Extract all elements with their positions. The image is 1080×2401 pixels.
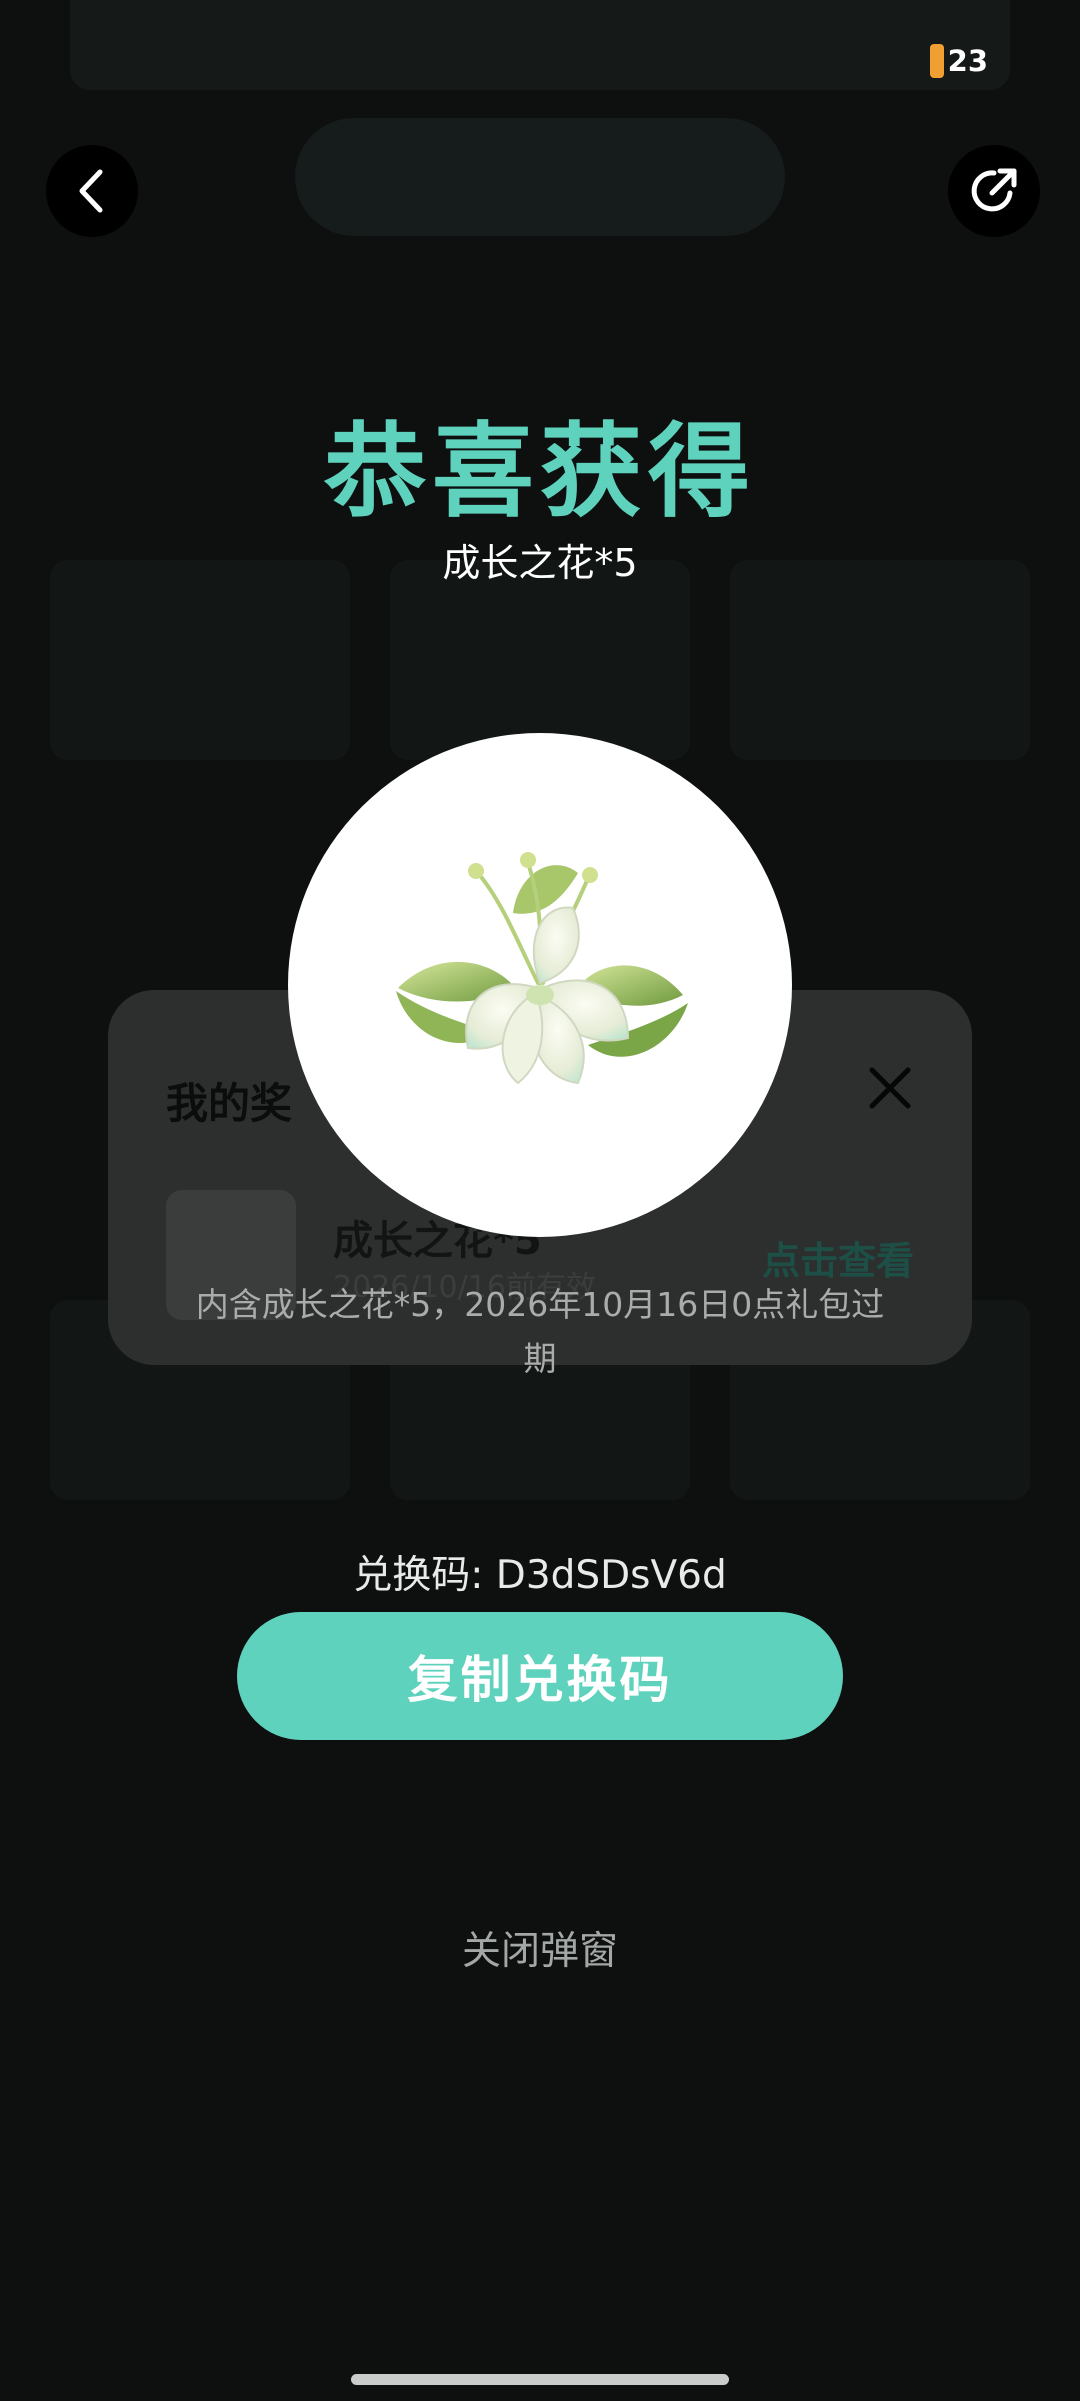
- home-indicator[interactable]: [351, 2374, 729, 2385]
- congrats-title: 恭喜获得: [324, 413, 756, 532]
- battery-level: 23: [947, 44, 988, 78]
- battery-icon: [929, 44, 944, 78]
- battery-indicator: 23: [929, 44, 988, 78]
- rewards-title: 我的奖: [166, 1079, 293, 1128]
- copy-code-button[interactable]: 复制兑换码: [237, 1612, 843, 1740]
- background-tile: [730, 560, 1030, 760]
- background-tile: [390, 560, 690, 760]
- close-icon[interactable]: [864, 1062, 916, 1114]
- redeem-code: 兑换码: D3dSDsV6d: [353, 1553, 727, 1598]
- status-bar: 23: [0, 0, 1080, 120]
- prize-name: 成长之花*5: [442, 541, 638, 585]
- share-button[interactable]: [948, 145, 1040, 237]
- background-tile: [50, 560, 350, 760]
- chevron-left-icon: [79, 169, 103, 213]
- background-pill: [295, 118, 785, 236]
- view-reward-link[interactable]: 点击查看: [762, 1230, 914, 1285]
- share-icon: [971, 168, 1017, 212]
- flower-icon: [396, 852, 688, 1085]
- back-button[interactable]: [46, 145, 138, 237]
- prize-image: [288, 733, 792, 1237]
- prize-description: 内含成长之花*5，2026年10月16日0点礼包过期: [195, 1285, 885, 1378]
- close-popup-link[interactable]: 关闭弹窗: [0, 1920, 1080, 1976]
